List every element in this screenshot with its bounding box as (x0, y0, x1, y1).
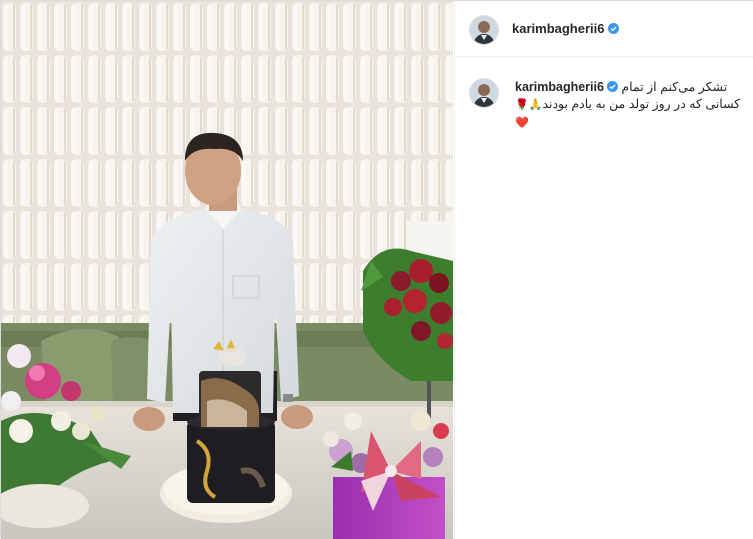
post-caption: karimbagherii6 تشکر می‌کنم از تمام کسانی… (515, 79, 743, 132)
header-username[interactable]: karimbagherii6 (512, 21, 619, 36)
heart-emoji: ❤️ (515, 117, 529, 129)
birthday-photo-illustration (1, 1, 453, 539)
caption-heart-line: ❤️ (515, 114, 743, 132)
avatar-image (470, 79, 498, 107)
post-side-panel: karimbagherii6 karimbagherii6 تشکر می‌کن… (454, 1, 753, 539)
post-header: karimbagherii6 (455, 1, 753, 57)
caption-username[interactable]: karimbagherii6 (515, 80, 604, 94)
avatar-image (470, 16, 498, 44)
pray-rose-emoji: 🙏🌹 (515, 99, 543, 111)
verified-badge-icon (606, 81, 618, 92)
header-username-text[interactable]: karimbagherii6 (512, 21, 605, 36)
caption-text-line2: کسانی که در روز تولد من به یادم بودند (542, 97, 741, 111)
verified-badge-icon (607, 23, 619, 34)
post-window: karimbagherii6 karimbagherii6 تشکر می‌کن… (0, 0, 753, 539)
caption-text-line2-wrap: کسانی که در روز تولد من به یادم بودند🙏🌹 (515, 96, 743, 114)
caption-text-line1: تشکر می‌کنم از تمام (621, 80, 728, 94)
post-photo[interactable] (1, 1, 453, 539)
caption-avatar[interactable] (469, 78, 499, 108)
profile-avatar[interactable] (469, 15, 499, 45)
caption-first-line: karimbagherii6 تشکر می‌کنم از تمام (515, 79, 743, 96)
